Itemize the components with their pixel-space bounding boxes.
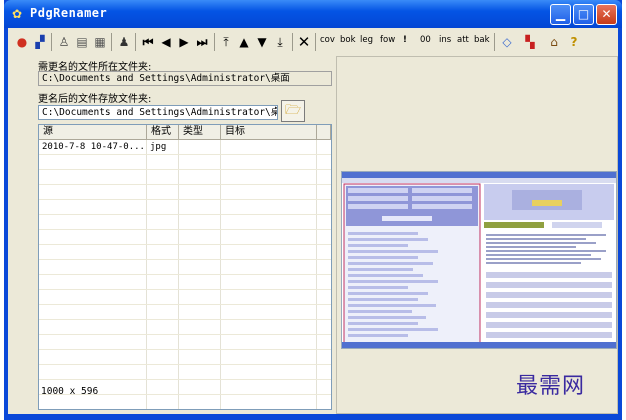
table-row[interactable] [39, 290, 331, 305]
window-title: PdgRenamer [30, 6, 108, 20]
toolbar-separator [214, 33, 215, 51]
col-header-source[interactable]: 源 [39, 125, 147, 140]
table-row[interactable] [39, 230, 331, 245]
table-row[interactable] [39, 350, 331, 365]
toolbar-separator [292, 33, 293, 51]
prev-icon[interactable]: ◀ [158, 33, 174, 51]
col-header-target[interactable]: 目标 [221, 125, 317, 140]
col-header-format[interactable]: 格式 [147, 125, 179, 140]
maximize-button[interactable]: □ [573, 4, 594, 25]
status-bar: 1000 x 596 [41, 386, 99, 397]
bok-button[interactable]: bok [340, 35, 356, 45]
table-row[interactable]: 2010-7-8 10-47-0... jpg [39, 140, 331, 155]
browse-folder-button[interactable]: 🗁 [281, 100, 305, 122]
preview-thumbnail [342, 172, 616, 348]
bottom-icon[interactable]: ⤓ [272, 33, 288, 51]
table-row[interactable] [39, 320, 331, 335]
app-icon: ✿ [12, 7, 23, 21]
grid-icon[interactable]: ▦ [92, 33, 108, 51]
source-folder-field[interactable]: C:\Documents and Settings\Administrator\… [38, 71, 332, 86]
close-button[interactable]: ✕ [596, 4, 617, 25]
toolbar-separator [494, 33, 495, 51]
eraser-icon[interactable]: ◇ [498, 33, 516, 51]
title-bar[interactable]: ✿ PdgRenamer ▁ □ ✕ [4, 0, 622, 28]
target-folder-label: 更名后的文件存放文件夹: [38, 94, 152, 105]
col-header-extra [317, 125, 331, 140]
zero-zero-button[interactable]: 00 [420, 35, 431, 45]
table-row[interactable] [39, 170, 331, 185]
fow-button[interactable]: fow [380, 35, 395, 45]
bak-button[interactable]: bak [474, 35, 490, 45]
exclaim-button[interactable]: ! [403, 35, 407, 45]
person-icon[interactable]: ♙ [56, 33, 72, 51]
app-window: ✿ PdgRenamer ▁ □ ✕ ● ▞ ♙ ▤ ▦ ♟ ⏮ ◀ ▶ ⏭ ⤒… [4, 0, 622, 420]
preview-pane[interactable] [336, 56, 618, 414]
ins-button[interactable]: ins [439, 35, 451, 45]
toolbar-separator [135, 33, 136, 51]
target-folder-field[interactable]: C:\Documents and Settings\Administrator\… [38, 105, 278, 120]
client-area: ● ▞ ♙ ▤ ▦ ♟ ⏮ ◀ ▶ ⏭ ⤒ ▲ ▼ ⤓ ✕ cov bok le… [8, 28, 618, 414]
table-row[interactable] [39, 215, 331, 230]
preview-image [341, 171, 617, 349]
book-icon[interactable]: ▤ [74, 33, 90, 51]
watermark-text: 最需网 [516, 374, 586, 399]
home-icon[interactable]: ⌂ [545, 33, 563, 51]
toolbar-separator [111, 33, 112, 51]
toolbar-separator [315, 33, 316, 51]
people-icon[interactable]: ♟ [116, 33, 132, 51]
up-icon[interactable]: ▲ [236, 33, 252, 51]
minimize-button[interactable]: ▁ [550, 4, 571, 25]
toolbar: ● ▞ ♙ ▤ ▦ ♟ ⏮ ◀ ▶ ⏭ ⤒ ▲ ▼ ⤓ ✕ cov bok le… [8, 28, 618, 56]
cell-source: 2010-7-8 10-47-0... [42, 142, 145, 152]
x-icon[interactable]: ✕ [296, 33, 312, 51]
table-row[interactable] [39, 335, 331, 350]
image-icon[interactable]: ▞ [32, 33, 48, 51]
table-row[interactable] [39, 155, 331, 170]
first-icon[interactable]: ⏮ [140, 33, 156, 51]
att-button[interactable]: att [457, 35, 469, 45]
table-row[interactable] [39, 245, 331, 260]
help-icon[interactable]: ? [565, 33, 583, 51]
col-header-type[interactable]: 类型 [179, 125, 221, 140]
top-icon[interactable]: ⤒ [218, 33, 234, 51]
chart-icon[interactable]: ▚ [521, 33, 539, 51]
table-row[interactable] [39, 185, 331, 200]
toolbar-separator [51, 33, 52, 51]
cov-button[interactable]: cov [320, 35, 335, 45]
cell-target [221, 140, 318, 155]
leg-button[interactable]: leg [360, 35, 373, 45]
table-row[interactable] [39, 260, 331, 275]
next-icon[interactable]: ▶ [176, 33, 192, 51]
cell-type [179, 140, 222, 155]
table-row[interactable] [39, 200, 331, 215]
table-row[interactable] [39, 275, 331, 290]
table-row[interactable] [39, 365, 331, 380]
color-icon[interactable]: ● [14, 33, 30, 51]
last-icon[interactable]: ⏭ [194, 33, 210, 51]
table-row[interactable] [39, 305, 331, 320]
down-icon[interactable]: ▼ [254, 33, 270, 51]
file-list[interactable]: 源 格式 类型 目标 2010-7-8 10-47-0... jpg [38, 124, 332, 410]
folder-icon: 🗁 [284, 103, 302, 118]
cell-format: jpg [150, 142, 167, 152]
